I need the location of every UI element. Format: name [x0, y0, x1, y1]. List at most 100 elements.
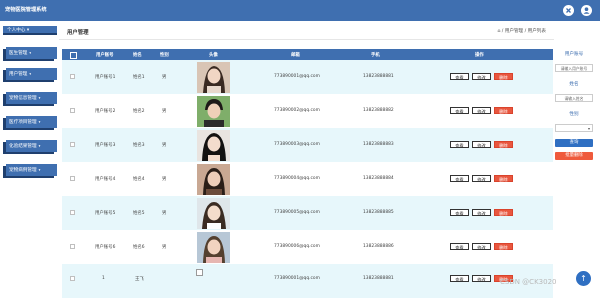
- cell-phone: 13823888885: [363, 210, 394, 215]
- table-row: 用户账号1 姓名1 男 773890001@qq.com 13823888881…: [62, 60, 553, 94]
- cell-email: 773890002@qq.com: [274, 108, 320, 113]
- sidebar-item-medical[interactable]: 医疗项目管理 ▾: [6, 116, 57, 128]
- cell-gender: 男: [162, 245, 167, 250]
- delete-button[interactable]: 删除: [494, 107, 513, 114]
- select-all-checkbox[interactable]: [70, 52, 77, 59]
- chevron-down-icon: ▾: [38, 168, 41, 172]
- cell-gender: 男: [162, 143, 167, 148]
- row-checkbox[interactable]: [70, 108, 75, 113]
- edit-button[interactable]: 修改: [472, 107, 491, 114]
- delete-button[interactable]: 删除: [494, 175, 513, 182]
- avatar: [197, 164, 230, 195]
- column-header-name: 姓名: [133, 53, 142, 58]
- watermark: CSDN @CK3020: [500, 278, 557, 286]
- avatar: [197, 232, 230, 263]
- view-button[interactable]: 查看: [450, 209, 469, 216]
- cell-account: 1: [102, 276, 105, 281]
- broken-image-icon: [196, 269, 203, 276]
- row-checkbox[interactable]: [70, 276, 75, 281]
- row-checkbox[interactable]: [70, 142, 75, 147]
- cell-email: 773890001@qq.com: [274, 74, 320, 79]
- cell-email: 773890001@qq.com: [274, 276, 320, 281]
- search-button[interactable]: 查询: [555, 139, 593, 147]
- table-row: 用户账号4 姓名4 男 773890004@qq.com 13823888884…: [62, 162, 553, 196]
- view-button[interactable]: 查看: [450, 275, 469, 282]
- delete-button[interactable]: 删除: [494, 209, 513, 216]
- home-icon[interactable]: ⌂: [497, 29, 500, 34]
- view-button[interactable]: 查看: [450, 175, 469, 182]
- edit-button[interactable]: 修改: [472, 141, 491, 148]
- cell-phone: 13823888881: [363, 74, 394, 79]
- view-button[interactable]: 查看: [450, 73, 469, 80]
- sidebar-item-lab[interactable]: 化验结果管理 ▾: [6, 140, 57, 152]
- cell-email: 773890006@qq.com: [274, 244, 320, 249]
- sidebar-item-label: 化验结果管理: [9, 144, 37, 149]
- row-checkbox[interactable]: [70, 176, 75, 181]
- delete-button[interactable]: 删除: [494, 73, 513, 80]
- cell-gender: 男: [162, 211, 167, 216]
- view-button[interactable]: 查看: [450, 141, 469, 148]
- column-header-actions: 操作: [475, 53, 484, 58]
- account-label: 用户账号: [564, 52, 584, 57]
- page-header: 用户管理 ⌂ / 用户管理 / 用户列表: [59, 23, 554, 40]
- cell-email: 773890004@qq.com: [274, 176, 320, 181]
- delete-button[interactable]: 删除: [494, 243, 513, 250]
- close-icon[interactable]: [563, 5, 574, 16]
- cell-phone: 13823888886: [363, 244, 394, 249]
- view-button[interactable]: 查看: [450, 243, 469, 250]
- back-to-top-icon[interactable]: ↑: [576, 271, 591, 286]
- delete-button[interactable]: 删除: [494, 141, 513, 148]
- cell-gender: 男: [162, 75, 167, 80]
- table-row: 用户账号5 姓名5 男 773890005@qq.com 13823888885…: [62, 196, 553, 230]
- sidebar-user-center[interactable]: 个人中心 ▾: [3, 26, 57, 35]
- name-input[interactable]: 请输入姓名: [555, 94, 593, 102]
- row-checkbox[interactable]: [70, 244, 75, 249]
- avatar: [197, 130, 230, 161]
- chevron-down-icon: ▾: [38, 144, 41, 148]
- edit-button[interactable]: 修改: [472, 275, 491, 282]
- table-header: 用户账号 姓名 性别 头像 邮箱 手机 操作: [62, 49, 553, 60]
- name-label: 姓名: [569, 82, 579, 87]
- chevron-down-icon: ▾: [587, 126, 590, 131]
- sidebar-item-users[interactable]: 用户管理 ▾: [6, 68, 57, 80]
- edit-button[interactable]: 修改: [472, 73, 491, 80]
- cell-account: 用户账号6: [95, 245, 116, 250]
- avatar: [197, 62, 230, 93]
- sidebar-user-center-label: 个人中心: [7, 28, 26, 33]
- sidebar-item-label: 医疗项目管理: [9, 120, 37, 125]
- sidebar-item-label: 宠物信息管理: [9, 96, 37, 101]
- gender-select[interactable]: ▾: [555, 124, 593, 132]
- account-input[interactable]: 请输入用户账号: [555, 64, 593, 72]
- sidebar-item-label: 宠物病例管理: [9, 168, 37, 173]
- edit-button[interactable]: 修改: [472, 209, 491, 216]
- app-title: 宠物医院管理系统: [5, 7, 47, 13]
- row-checkbox[interactable]: [70, 74, 75, 79]
- chevron-down-icon: ▾: [26, 28, 30, 33]
- sidebar-item-pets[interactable]: 宠物信息管理 ▾: [6, 92, 57, 104]
- table-row: 用户账号2 姓名2 男 773890002@qq.com 13823888882…: [62, 94, 553, 128]
- breadcrumb-section[interactable]: 用户管理: [505, 29, 523, 34]
- breadcrumb: ⌂ / 用户管理 / 用户列表: [497, 29, 546, 34]
- bulk-delete-button[interactable]: 批量删除: [555, 152, 593, 160]
- cell-phone: 13823888883: [363, 142, 394, 147]
- cell-name: 王飞: [135, 277, 144, 282]
- user-icon[interactable]: [581, 5, 592, 16]
- chevron-down-icon: ▾: [29, 72, 32, 76]
- cell-phone: 13823888884: [363, 176, 394, 181]
- edit-button[interactable]: 修改: [472, 243, 491, 250]
- column-header-gender: 性别: [160, 53, 169, 58]
- cell-name: 姓名2: [133, 109, 145, 114]
- chevron-down-icon: ▾: [38, 120, 41, 124]
- top-bar: 宠物医院管理系统: [0, 0, 600, 21]
- column-header-account: 用户账号: [96, 53, 114, 58]
- view-button[interactable]: 查看: [450, 107, 469, 114]
- sidebar-item-doctors[interactable]: 医生管理 ▾: [6, 47, 57, 59]
- row-checkbox[interactable]: [70, 210, 75, 215]
- sidebar-item-cases[interactable]: 宠物病例管理 ▾: [6, 164, 57, 176]
- table-row: 用户账号3 姓名3 男 773890003@qq.com 13823888883…: [62, 128, 553, 162]
- cell-account: 用户账号1: [95, 75, 116, 80]
- cell-gender: 男: [162, 109, 167, 114]
- gender-label: 性别: [569, 112, 579, 117]
- cell-phone: 13823888881: [363, 276, 394, 281]
- edit-button[interactable]: 修改: [472, 175, 491, 182]
